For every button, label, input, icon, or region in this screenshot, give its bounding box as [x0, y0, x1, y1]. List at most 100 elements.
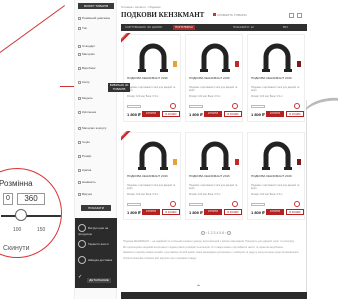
- quantity-field[interactable]: [251, 105, 265, 108]
- quantity-field[interactable]: [189, 203, 203, 206]
- checkbox-icon[interactable]: [78, 66, 81, 70]
- filter-option[interactable]: Стандарт: [78, 44, 114, 48]
- product-name[interactable]: ПОДКОВА КЕНЗКМАНТ 2016: [127, 174, 179, 179]
- checkbox-icon[interactable]: [78, 180, 81, 184]
- quantity-field[interactable]: [127, 105, 141, 108]
- buy-button[interactable]: КУПИТИ: [142, 209, 160, 215]
- add-to-cart-button[interactable]: В КОШИК: [286, 209, 304, 215]
- product-description: Подкова з гартованої сталі для дверей та…: [127, 86, 176, 92]
- quantity-field[interactable]: [251, 203, 265, 206]
- grid-view-icon[interactable]: [289, 13, 294, 18]
- product-card[interactable]: ПОДКОВА КЕНЗКМАНТ 2016 Подкова з гартован…: [247, 132, 305, 220]
- sort-option-active[interactable]: ПОПУЛЯРНІ: [173, 25, 195, 30]
- quick-view-icon[interactable]: [170, 201, 176, 207]
- filter-option[interactable]: Модель: [78, 96, 114, 100]
- quantity-field[interactable]: [189, 105, 203, 108]
- page-size-option[interactable]: ПОКАЗАТИ: 12: [231, 25, 256, 30]
- sort-option[interactable]: СОРТУВАННЯ: ЗА ЦІНОЮ: [123, 25, 164, 30]
- range-min-input[interactable]: 0: [3, 193, 13, 205]
- filter-option[interactable]: Країна: [78, 168, 114, 172]
- filter-option[interactable]: Матеріал корпусу: [78, 126, 114, 130]
- seo-paragraph: Подкова КЕНЗКМАНТ – це надійний та стиль…: [123, 240, 295, 243]
- product-card[interactable]: ПОДКОВА КЕНЗКМАНТ 2016 Подкова з гартован…: [185, 132, 243, 220]
- checkbox-icon[interactable]: [78, 80, 81, 84]
- checkbox-icon[interactable]: [78, 110, 81, 114]
- filter-option-label: Матеріал корпусу: [82, 126, 107, 130]
- product-image[interactable]: [258, 41, 296, 75]
- filter-option[interactable]: Розмінний диапазон: [78, 16, 114, 20]
- product-name[interactable]: ПОДКОВА КЕНЗКМАНТ 2016: [251, 174, 303, 179]
- range-max-input[interactable]: 360: [17, 193, 45, 205]
- product-card[interactable]: НОВИНКА ПОДКОВА КЕНЗКМАНТ 2016 Подкова з г…: [121, 33, 181, 122]
- show-all-option[interactable]: ВСІ: [281, 25, 290, 30]
- breadcrumb[interactable]: Головна › Каталог › Подкови: [121, 5, 160, 9]
- product-image[interactable]: [134, 41, 172, 75]
- add-to-cart-button[interactable]: В КОШИК: [224, 209, 242, 215]
- compare-link[interactable]: СРАВНИТЬ ТОВАРЫ: [213, 13, 247, 17]
- buy-button[interactable]: КУПИТИ: [142, 111, 160, 117]
- checkbox-icon[interactable]: [78, 52, 81, 56]
- pagination[interactable]: ‹ 1 2 3 4 5 6 ›: [161, 230, 271, 236]
- range-reset-link[interactable]: Скинути: [3, 245, 30, 252]
- filter-option[interactable]: Відгуки: [78, 192, 114, 196]
- filter-header-button[interactable]: ФІЛЬТР ТОВАРІВ: [78, 3, 114, 9]
- quick-view-icon[interactable]: [170, 103, 176, 109]
- filter-option-label: Тип: [82, 26, 88, 30]
- list-view-icon[interactable]: [297, 13, 302, 18]
- filter-option[interactable]: Серія: [78, 140, 114, 144]
- filter-option-label: Відгуки: [82, 192, 93, 196]
- product-image[interactable]: [196, 41, 234, 75]
- range-track[interactable]: [1, 215, 61, 217]
- product-card[interactable]: ПОДКОВА КЕНЗКМАНТ 2016 Подкова з гартован…: [185, 34, 243, 122]
- buy-button[interactable]: КУПИТИ: [204, 209, 222, 215]
- product-image[interactable]: [258, 139, 296, 173]
- seo-paragraph: Ми пропонуємо широкий асортимент подков …: [123, 245, 284, 249]
- buy-button[interactable]: КУПИТИ: [204, 111, 222, 117]
- add-to-cart-button[interactable]: В КОШИК: [286, 111, 304, 117]
- filter-option[interactable]: Тип: [78, 26, 114, 30]
- checkbox-icon[interactable]: [78, 96, 81, 100]
- checkbox-icon[interactable]: [78, 140, 81, 144]
- promo-details-button[interactable]: ДЕТАЛЬНІШЕ: [87, 278, 111, 283]
- quantity-field[interactable]: [127, 203, 141, 206]
- add-to-cart-button[interactable]: В КОШИК: [224, 111, 242, 117]
- quick-view-icon[interactable]: [294, 201, 300, 207]
- quick-view-icon[interactable]: [294, 103, 300, 109]
- checkbox-icon[interactable]: [78, 26, 81, 30]
- checkbox-icon[interactable]: [78, 192, 81, 196]
- pager-prev-icon[interactable]: [200, 231, 205, 236]
- filter-option[interactable]: Матеріал: [78, 52, 114, 56]
- checkbox-icon[interactable]: [78, 154, 81, 158]
- checkbox-icon[interactable]: [78, 168, 81, 172]
- checkbox-icon[interactable]: [78, 126, 81, 130]
- checkbox-icon[interactable]: [78, 44, 81, 48]
- add-to-cart-button[interactable]: В КОШИК: [162, 111, 180, 117]
- filter-option[interactable]: Кріплення: [78, 110, 114, 114]
- product-image[interactable]: [134, 139, 172, 173]
- up-arrow-icon[interactable]: ⌃: [196, 285, 204, 291]
- range-handle[interactable]: [15, 209, 27, 221]
- callout-line-short: [60, 86, 74, 87]
- product-name[interactable]: ПОДКОВА КЕНЗКМАНТ 2016: [127, 76, 179, 81]
- add-to-cart-button[interactable]: В КОШИК: [162, 209, 180, 215]
- product-name[interactable]: ПОДКОВА КЕНЗКМАНТ 2016: [189, 76, 241, 81]
- product-image[interactable]: [196, 139, 234, 173]
- buy-button[interactable]: КУПИТИ: [266, 209, 284, 215]
- quick-view-icon[interactable]: [232, 201, 238, 207]
- product-card[interactable]: НОВИНКА ПОДКОВА КЕНЗКМАНТ 2016 Подкова з г…: [121, 131, 181, 220]
- new-badge: НОВИНКА: [121, 33, 133, 45]
- pager-next-icon[interactable]: [227, 231, 232, 236]
- new-badge: НОВИНКА: [121, 131, 133, 143]
- filter-option[interactable]: Наявність: [78, 180, 114, 184]
- range-tick: 100: [13, 227, 22, 233]
- product-card[interactable]: ПОДКОВА КЕНЗКМАНТ 2016 Подкова з гартован…: [247, 34, 305, 122]
- quick-view-icon[interactable]: [232, 103, 238, 109]
- filter-option[interactable]: Виробник: [78, 66, 114, 70]
- product-name[interactable]: ПОДКОВА КЕНЗКМАНТ 2016: [251, 76, 303, 81]
- checkbox-icon[interactable]: [78, 16, 81, 20]
- filter-option[interactable]: Розмір: [78, 154, 114, 158]
- buy-button[interactable]: КУПИТИ: [266, 111, 284, 117]
- range-tick: 150: [37, 227, 46, 233]
- show-results-button[interactable]: ПОКАЗАТИ: [81, 205, 111, 211]
- product-name[interactable]: ПОДКОВА КЕНЗКМАНТ 2016: [189, 174, 241, 179]
